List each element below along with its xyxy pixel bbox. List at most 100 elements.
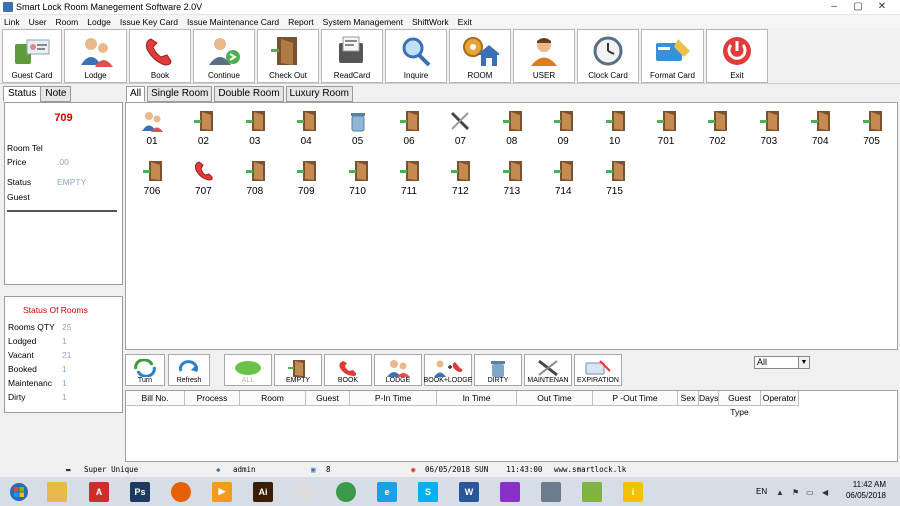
format-card-button[interactable]: Format Card xyxy=(641,29,704,83)
room-711[interactable]: 711 xyxy=(389,155,429,201)
tray-flag-icon[interactable]: ⚑ xyxy=(792,488,799,497)
lodge-button[interactable]: Lodge xyxy=(64,29,127,83)
col-bill-no[interactable]: Bill No. xyxy=(126,391,185,406)
room-713[interactable]: 713 xyxy=(492,155,532,201)
book-lodge-filter-button[interactable]: BOOK+LODGE xyxy=(424,354,472,386)
room-05[interactable]: 05 xyxy=(338,105,378,151)
taskbar-internet-explorer[interactable]: e xyxy=(371,479,403,504)
inquire-button[interactable]: Inquire xyxy=(385,29,447,83)
clock-card-button[interactable]: Clock Card xyxy=(577,29,639,83)
menu-user[interactable]: User xyxy=(29,17,47,27)
tab-luxury-room[interactable]: Luxury Room xyxy=(285,86,354,102)
menu-shiftwork[interactable]: ShiftWork xyxy=(412,17,449,27)
menu-room[interactable]: Room xyxy=(56,17,79,27)
exit-button[interactable]: Exit xyxy=(706,29,768,83)
maintenance-filter-button[interactable]: MAINTENAN xyxy=(524,354,572,386)
menu-report[interactable]: Report xyxy=(288,17,314,27)
expiration-filter-button[interactable]: EXPIRATION xyxy=(574,354,622,386)
taskbar-info-app[interactable]: i xyxy=(617,479,649,504)
menu-issue-maintenance-card[interactable]: Issue Maintenance Card xyxy=(187,17,279,27)
col-guest-type[interactable]: Guest Type xyxy=(719,391,761,417)
tab-single-room[interactable]: Single Room xyxy=(147,86,213,102)
read-card-button[interactable]: ReadCard xyxy=(321,29,383,83)
col-p-in-time[interactable]: P-In Time xyxy=(350,391,437,406)
room-712[interactable]: 712 xyxy=(440,155,480,201)
room-filter-select[interactable]: All ▼ xyxy=(754,356,810,369)
tab-all[interactable]: All xyxy=(126,86,146,102)
taskbar-word[interactable]: W xyxy=(453,479,485,504)
language-indicator[interactable]: EN xyxy=(756,487,767,496)
col-in-time[interactable]: In Time xyxy=(437,391,517,406)
menu-link[interactable]: Link xyxy=(4,17,20,27)
room-06[interactable]: 06 xyxy=(389,105,429,151)
menu-exit[interactable]: Exit xyxy=(458,17,472,27)
room-09[interactable]: 09 xyxy=(543,105,583,151)
room-714[interactable]: 714 xyxy=(543,155,583,201)
tray-clock[interactable]: 11:42 AM 06/05/2018 xyxy=(846,479,886,501)
taskbar-firefox[interactable] xyxy=(165,479,197,504)
col-p-out-time[interactable]: P -Out Time xyxy=(593,391,678,406)
taskbar-smartlock-app[interactable] xyxy=(494,479,526,504)
room-715[interactable]: 715 xyxy=(595,155,635,201)
guest-card-button[interactable]: Guest Card xyxy=(2,29,62,83)
menu-system-management[interactable]: System Management xyxy=(323,17,403,27)
chevron-down-icon[interactable]: ▼ xyxy=(798,357,809,368)
room-702[interactable]: 702 xyxy=(697,105,737,151)
user-button[interactable]: USER xyxy=(513,29,575,83)
room-701[interactable]: 701 xyxy=(646,105,686,151)
room-08[interactable]: 08 xyxy=(492,105,532,151)
taskbar-paint[interactable] xyxy=(289,479,321,504)
taskbar-illustrator[interactable]: Ai xyxy=(247,479,279,504)
room-07[interactable]: 07 xyxy=(440,105,480,151)
book-filter-button[interactable]: BOOK xyxy=(324,354,372,386)
room-704[interactable]: 704 xyxy=(800,105,840,151)
empty-filter-button[interactable]: EMPTY xyxy=(274,354,322,386)
tab-status[interactable]: Status xyxy=(3,86,42,102)
col-sex[interactable]: Sex xyxy=(678,391,699,406)
room-708[interactable]: 708 xyxy=(235,155,275,201)
book-button[interactable]: Book xyxy=(129,29,191,83)
close-button[interactable]: ✕ xyxy=(870,0,894,14)
room-03[interactable]: 03 xyxy=(235,105,275,151)
tray-network-icon[interactable]: ▭ xyxy=(806,488,814,497)
taskbar-skype[interactable]: S xyxy=(412,479,444,504)
taskbar-media-player[interactable]: ▶ xyxy=(206,479,238,504)
room-709[interactable]: 709 xyxy=(286,155,326,201)
minimize-button[interactable]: – xyxy=(822,0,846,14)
dirty-filter-button[interactable]: DIRTY xyxy=(474,354,522,386)
col-out-time[interactable]: Out Time xyxy=(517,391,593,406)
room-04[interactable]: 04 xyxy=(286,105,326,151)
room-703[interactable]: 703 xyxy=(749,105,789,151)
col-days[interactable]: Days xyxy=(699,391,719,406)
col-process[interactable]: Process xyxy=(185,391,240,406)
taskbar-pdf-reader[interactable]: A xyxy=(83,479,115,504)
col-room[interactable]: Room xyxy=(240,391,306,406)
room-10[interactable]: 10 xyxy=(595,105,635,151)
room-02[interactable]: 02 xyxy=(183,105,223,151)
col-guest[interactable]: Guest xyxy=(306,391,350,406)
continue-button[interactable]: Continue xyxy=(193,29,255,83)
taskbar-music-app[interactable] xyxy=(576,479,608,504)
check-out-button[interactable]: Check Out xyxy=(257,29,319,83)
taskbar-chrome[interactable] xyxy=(330,479,362,504)
all-filter-button[interactable]: ALL xyxy=(224,354,272,386)
room-707[interactable]: 707 xyxy=(183,155,223,201)
room-button[interactable]: ROOM xyxy=(449,29,511,83)
room-706[interactable]: 706 xyxy=(132,155,172,201)
taskbar-calculator[interactable] xyxy=(535,479,567,504)
turn-button[interactable]: Turn xyxy=(125,354,165,386)
tab-double-room[interactable]: Double Room xyxy=(214,86,284,102)
tray-volume-icon[interactable]: ◀ xyxy=(822,488,828,497)
refresh-button[interactable]: Refresh xyxy=(168,354,210,386)
col-operator[interactable]: Operator xyxy=(761,391,799,406)
menu-issue-key-card[interactable]: Issue Key Card xyxy=(120,17,178,27)
tab-note[interactable]: Note xyxy=(40,86,72,102)
room-705[interactable]: 705 xyxy=(852,105,892,151)
tray-chevron-icon[interactable]: ▲ xyxy=(776,488,784,497)
menu-lodge[interactable]: Lodge xyxy=(87,17,111,27)
room-710[interactable]: 710 xyxy=(338,155,378,201)
taskbar-photoshop[interactable]: Ps xyxy=(124,479,156,504)
lodge-filter-button[interactable]: LODGE xyxy=(374,354,422,386)
taskbar-file-explorer[interactable] xyxy=(41,479,73,504)
room-01[interactable]: 01 xyxy=(132,105,172,151)
